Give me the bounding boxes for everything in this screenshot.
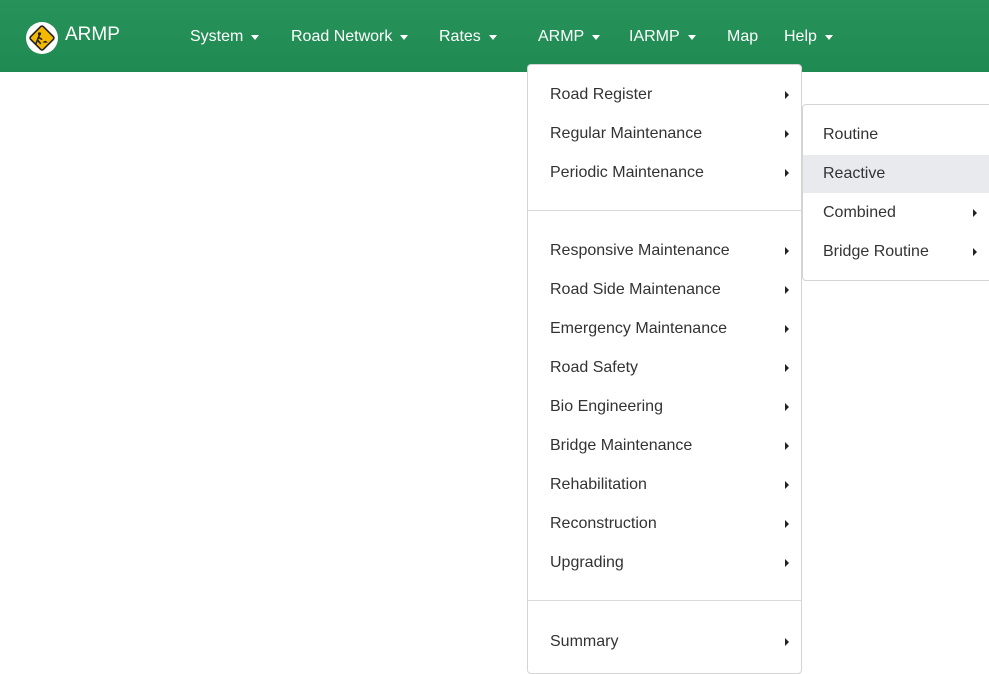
app-title: ARMP [65,24,120,45]
menu-item-reconstruction[interactable]: Reconstruction [528,505,801,543]
menu-item-rehabilitation[interactable]: Rehabilitation [528,466,801,504]
submenu-item-bridge-routine[interactable]: Bridge Routine [803,233,989,271]
menu-item-label: Bio Engineering [550,398,663,415]
caret-down-icon [687,34,696,40]
menu-item-bridge-maintenance[interactable]: Bridge Maintenance [528,427,801,465]
nav-help-label: Help [784,28,817,45]
caret-right-icon [785,403,789,411]
menu-item-regular-maintenance[interactable]: Regular Maintenance [528,115,801,153]
caret-right-icon [973,248,977,256]
menu-item-label: Road Safety [550,359,639,376]
caret-right-icon [785,364,789,372]
nav-rates-label: Rates [439,28,481,45]
caret-down-icon [251,34,260,40]
menu-item-periodic-maintenance[interactable]: Periodic Maintenance [528,154,801,192]
submenu-item-label: Combined [823,204,896,221]
menu-item-label: Reconstruction [550,515,657,532]
menu-item-label: Summary [550,633,619,650]
submenu-item-label: Bridge Routine [823,243,929,260]
nav-map-label: Map [727,28,759,45]
caret-right-icon [785,130,789,138]
menu-item-label: Regular Maintenance [550,125,703,142]
submenu-item-label: Routine [823,126,879,143]
nav-rates[interactable]: Rates [439,28,497,46]
submenu-item-combined[interactable]: Combined [803,194,989,232]
caret-right-icon [785,169,789,177]
menu-item-road-side-maintenance[interactable]: Road Side Maintenance [528,271,801,309]
caret-right-icon [785,520,789,528]
menu-item-bio-engineering[interactable]: Bio Engineering [528,388,801,426]
submenu-item-label: Reactive [823,165,886,182]
nav-road-network-label: Road Network [291,28,393,45]
road-work-sign-icon [26,22,58,54]
menu-item-label: Emergency Maintenance [550,320,727,337]
menu-item-label: Periodic Maintenance [550,164,704,181]
nav-armp[interactable]: ARMP [538,28,601,46]
menu-item-road-safety[interactable]: Road Safety [528,349,801,387]
menu-item-upgrading[interactable]: Upgrading [528,544,801,582]
caret-right-icon [785,481,789,489]
nav-help[interactable]: Help [784,28,833,46]
nav-system[interactable]: System [190,28,260,46]
caret-right-icon [785,247,789,255]
top-navbar: ARMP System Road Network Rates ARMP IARM… [0,0,989,72]
nav-road-network[interactable]: Road Network [291,28,409,46]
caret-right-icon [973,209,977,217]
submenu-item-reactive[interactable]: Reactive [803,155,989,193]
nav-map[interactable]: Map [727,28,758,46]
nav-system-label: System [190,28,244,45]
menu-item-label: Responsive Maintenance [550,242,730,259]
caret-down-icon [488,34,497,40]
caret-right-icon [785,286,789,294]
menu-item-label: Road Register [550,86,653,103]
menu-item-label: Road Side Maintenance [550,281,721,298]
menu-divider [528,210,801,211]
menu-item-responsive-maintenance[interactable]: Responsive Maintenance [528,232,801,270]
caret-right-icon [785,559,789,567]
nav-iarmp[interactable]: IARMP [629,28,696,46]
caret-down-icon [400,34,409,40]
regular-maintenance-submenu: Routine Reactive Combined Bridge Routine [802,104,989,281]
caret-right-icon [785,638,789,646]
nav-armp-label: ARMP [538,28,585,45]
menu-item-label: Upgrading [550,554,624,571]
caret-down-icon [824,34,833,40]
caret-right-icon [785,91,789,99]
armp-dropdown-menu: Road Register Regular Maintenance Period… [527,64,802,674]
brand[interactable]: ARMP [26,22,120,54]
menu-item-label: Bridge Maintenance [550,437,693,454]
menu-divider [528,600,801,601]
menu-item-label: Rehabilitation [550,476,647,493]
menu-item-road-register[interactable]: Road Register [528,76,801,114]
submenu-item-routine[interactable]: Routine [803,116,989,154]
menu-item-emergency-maintenance[interactable]: Emergency Maintenance [528,310,801,348]
caret-right-icon [785,325,789,333]
nav-iarmp-label: IARMP [629,28,680,45]
menu-item-summary[interactable]: Summary [528,623,801,661]
caret-down-icon [592,34,601,40]
caret-right-icon [785,442,789,450]
